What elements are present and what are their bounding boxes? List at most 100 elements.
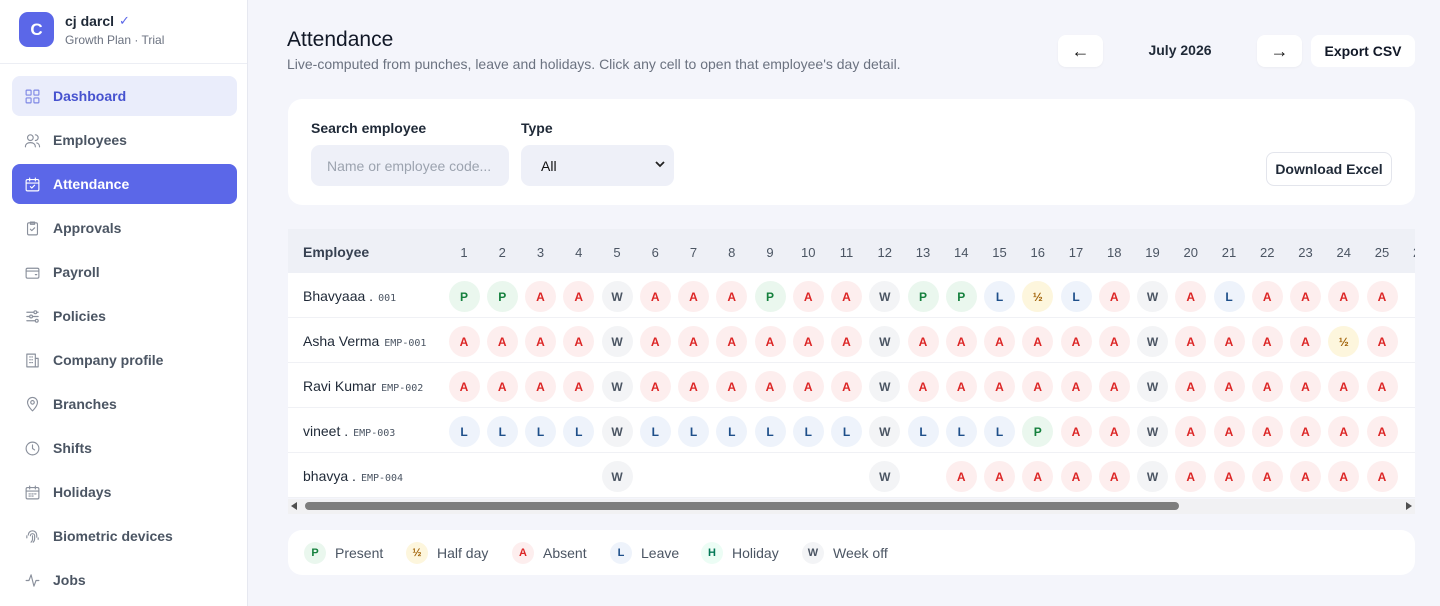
attendance-cell[interactable] bbox=[1405, 281, 1415, 312]
sidebar-item-payroll[interactable]: Payroll bbox=[12, 252, 237, 292]
attendance-cell[interactable]: A bbox=[984, 461, 1015, 492]
attendance-cell[interactable]: A bbox=[1098, 461, 1130, 492]
attendance-cell[interactable]: A bbox=[1060, 326, 1092, 357]
attendance-cell[interactable]: A bbox=[1366, 371, 1398, 402]
attendance-cell[interactable]: W bbox=[601, 281, 633, 312]
attendance-cell[interactable]: A bbox=[831, 371, 862, 402]
attendance-cell[interactable]: A bbox=[1290, 281, 1321, 312]
attendance-cell[interactable]: L bbox=[678, 416, 709, 447]
attendance-cell[interactable]: W bbox=[869, 326, 901, 357]
attendance-cell[interactable] bbox=[487, 461, 518, 492]
sidebar-item-jobs[interactable]: Jobs bbox=[12, 560, 237, 600]
attendance-cell[interactable]: A bbox=[1022, 371, 1054, 402]
sidebar-item-shifts[interactable]: Shifts bbox=[12, 428, 237, 468]
attendance-cell[interactable]: A bbox=[1175, 326, 1207, 357]
attendance-cell[interactable]: A bbox=[1366, 416, 1398, 447]
sidebar-item-biometric-devices[interactable]: Biometric devices bbox=[12, 516, 237, 556]
attendance-cell[interactable]: P bbox=[486, 281, 518, 312]
attendance-cell[interactable]: A bbox=[754, 371, 786, 402]
attendance-cell[interactable]: P bbox=[907, 281, 939, 312]
sidebar-item-policies[interactable]: Policies bbox=[12, 296, 237, 336]
attendance-cell[interactable]: A bbox=[945, 326, 977, 357]
attendance-cell[interactable]: A bbox=[678, 281, 709, 312]
attendance-cell[interactable]: A bbox=[1328, 461, 1360, 492]
attendance-cell[interactable]: A bbox=[448, 371, 480, 402]
attendance-cell[interactable]: L bbox=[1213, 281, 1245, 312]
attendance-cell[interactable]: W bbox=[869, 371, 901, 402]
attendance-cell[interactable]: L bbox=[525, 416, 556, 447]
attendance-cell[interactable]: A bbox=[1251, 281, 1283, 312]
attendance-cell[interactable]: A bbox=[984, 326, 1015, 357]
attendance-cell[interactable]: A bbox=[1251, 326, 1283, 357]
attendance-cell[interactable]: A bbox=[639, 326, 671, 357]
attendance-cell[interactable]: A bbox=[1366, 326, 1398, 357]
sidebar-item-holidays[interactable]: Holidays bbox=[12, 472, 237, 512]
employee-name[interactable]: bhavya . EMP-004 bbox=[303, 468, 403, 484]
attendance-cell[interactable]: A bbox=[792, 281, 824, 312]
attendance-cell[interactable] bbox=[678, 461, 709, 492]
attendance-cell[interactable] bbox=[831, 461, 862, 492]
download-excel-button[interactable]: Download Excel bbox=[1266, 152, 1392, 186]
attendance-cell[interactable]: A bbox=[716, 371, 748, 402]
attendance-cell[interactable]: A bbox=[1213, 416, 1245, 447]
attendance-cell[interactable]: W bbox=[1137, 326, 1168, 357]
attendance-cell[interactable]: L bbox=[448, 416, 480, 447]
attendance-cell[interactable]: P bbox=[945, 281, 977, 312]
sidebar-item-employees[interactable]: Employees bbox=[12, 120, 237, 160]
attendance-cell[interactable]: A bbox=[639, 281, 671, 312]
attendance-cell[interactable]: A bbox=[678, 371, 709, 402]
attendance-cell[interactable] bbox=[1405, 461, 1415, 492]
attendance-cell[interactable]: L bbox=[486, 416, 518, 447]
attendance-cell[interactable] bbox=[908, 461, 939, 492]
attendance-cell[interactable]: A bbox=[1175, 281, 1207, 312]
employee-name[interactable]: Ravi Kumar EMP-002 bbox=[303, 378, 423, 394]
attendance-cell[interactable]: A bbox=[716, 281, 748, 312]
scrollbar-thumb[interactable] bbox=[305, 502, 1179, 510]
attendance-cell[interactable]: A bbox=[1251, 461, 1283, 492]
attendance-cell[interactable] bbox=[793, 461, 824, 492]
sidebar-item-attendance[interactable]: Attendance bbox=[12, 164, 237, 204]
attendance-cell[interactable]: A bbox=[1290, 326, 1321, 357]
sidebar-item-branches[interactable]: Branches bbox=[12, 384, 237, 424]
attendance-cell[interactable]: A bbox=[1175, 461, 1207, 492]
attendance-cell[interactable]: A bbox=[1098, 281, 1130, 312]
attendance-cell[interactable]: A bbox=[754, 326, 786, 357]
employee-name[interactable]: Asha Verma EMP-001 bbox=[303, 333, 426, 349]
attendance-cell[interactable]: ½ bbox=[1022, 281, 1054, 312]
attendance-cell[interactable]: P bbox=[1022, 416, 1054, 447]
attendance-cell[interactable]: A bbox=[792, 326, 824, 357]
attendance-cell[interactable]: W bbox=[869, 461, 901, 492]
attendance-cell[interactable]: A bbox=[1098, 371, 1130, 402]
attendance-cell[interactable]: L bbox=[754, 416, 786, 447]
attendance-cell[interactable]: A bbox=[1213, 371, 1245, 402]
attendance-cell[interactable]: A bbox=[1022, 461, 1054, 492]
attendance-cell[interactable] bbox=[755, 461, 786, 492]
attendance-cell[interactable] bbox=[716, 461, 747, 492]
sidebar-item-company-profile[interactable]: Company profile bbox=[12, 340, 237, 380]
attendance-cell[interactable]: A bbox=[984, 371, 1015, 402]
attendance-cell[interactable]: W bbox=[601, 416, 633, 447]
attendance-cell[interactable] bbox=[449, 461, 480, 492]
attendance-cell[interactable]: L bbox=[639, 416, 671, 447]
attendance-cell[interactable]: A bbox=[831, 281, 862, 312]
attendance-cell[interactable]: W bbox=[1137, 371, 1168, 402]
attendance-cell[interactable]: A bbox=[1290, 416, 1321, 447]
attendance-cell[interactable]: L bbox=[945, 416, 977, 447]
attendance-cell[interactable]: L bbox=[831, 416, 862, 447]
attendance-cell[interactable]: W bbox=[869, 281, 901, 312]
attendance-cell[interactable]: A bbox=[1328, 371, 1360, 402]
attendance-cell[interactable]: A bbox=[1060, 461, 1092, 492]
search-input[interactable] bbox=[311, 145, 509, 186]
attendance-cell[interactable]: W bbox=[1137, 416, 1168, 447]
account-header[interactable]: C cj darcl ✓ Growth Plan · Trial bbox=[0, 0, 247, 64]
attendance-cell[interactable]: A bbox=[1213, 326, 1245, 357]
attendance-cell[interactable]: W bbox=[601, 326, 633, 357]
attendance-cell[interactable]: A bbox=[639, 371, 671, 402]
attendance-cell[interactable]: W bbox=[869, 416, 901, 447]
attendance-cell[interactable]: W bbox=[1137, 281, 1168, 312]
attendance-cell[interactable]: A bbox=[1328, 281, 1360, 312]
attendance-cell[interactable]: W bbox=[601, 371, 633, 402]
type-select[interactable]: All bbox=[521, 145, 674, 186]
attendance-cell[interactable]: A bbox=[1251, 416, 1283, 447]
attendance-cell[interactable] bbox=[640, 461, 671, 492]
